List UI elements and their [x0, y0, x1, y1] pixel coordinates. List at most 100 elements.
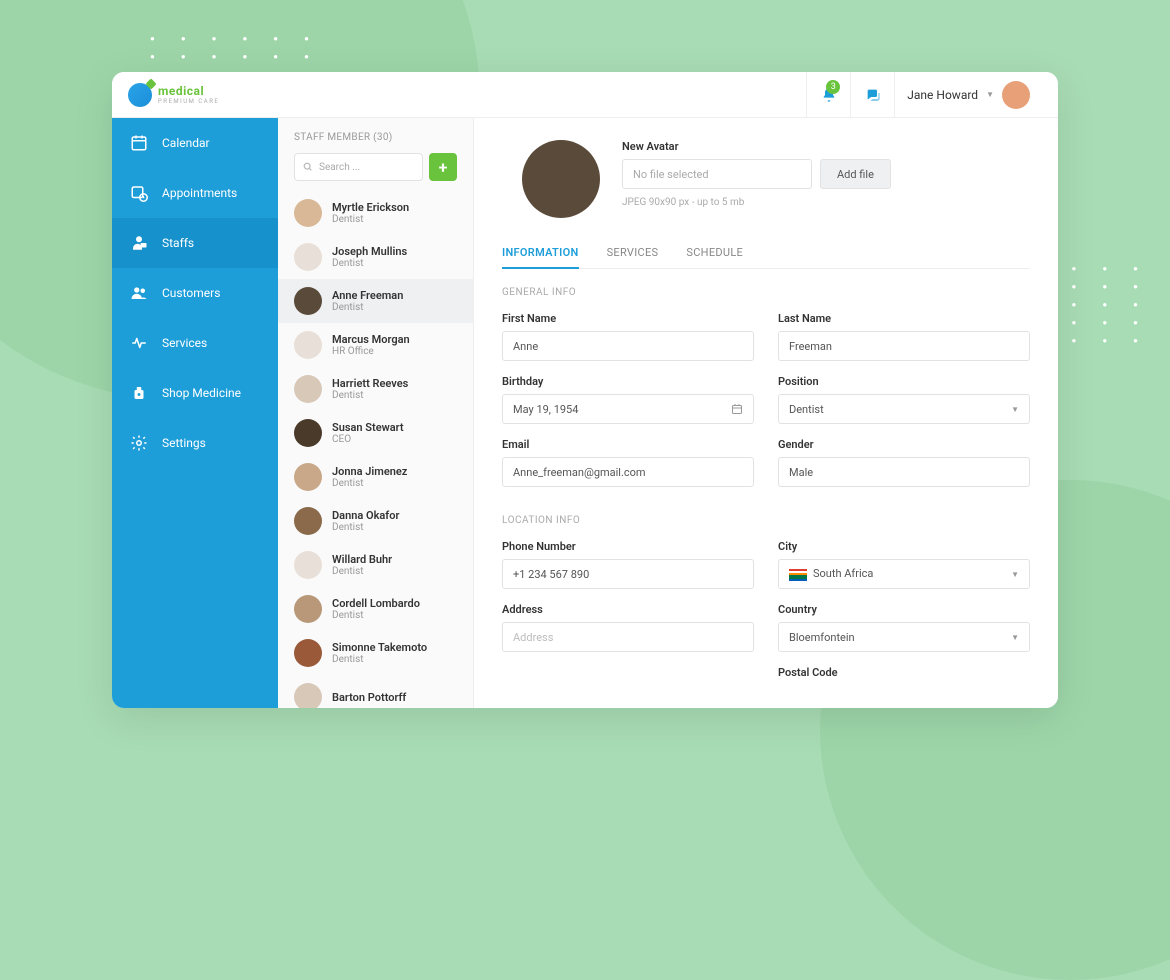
chat-button[interactable]: [850, 72, 894, 117]
staff-item[interactable]: Danna OkaforDentist: [278, 499, 473, 543]
staff-name: Myrtle Erickson: [332, 201, 409, 214]
add-staff-button[interactable]: +: [429, 153, 457, 181]
user-menu[interactable]: Jane Howard ▼: [894, 72, 1042, 117]
flag-icon: [789, 569, 807, 581]
staff-avatar: [294, 463, 322, 491]
staff-item[interactable]: Simonne TakemotoDentist: [278, 631, 473, 675]
nav-label: Settings: [162, 436, 206, 450]
tabs: INFORMATION SERVICES SCHEDULE: [502, 238, 1030, 269]
staff-name: Marcus Morgan: [332, 333, 410, 346]
sidebar: Calendar Appointments Staffs Customers Servi…: [112, 118, 278, 708]
sidebar-item-calendar[interactable]: Calendar: [112, 118, 278, 168]
staff-item[interactable]: Barton Pottorff: [278, 675, 473, 708]
user-avatar: [1002, 81, 1030, 109]
staff-avatar: [294, 507, 322, 535]
section-general: GENERAL INFO: [502, 287, 1030, 298]
nav-label: Calendar: [162, 136, 210, 150]
staff-avatar: [294, 683, 322, 708]
sidebar-item-appointments[interactable]: Appointments: [112, 168, 278, 218]
nav-label: Services: [162, 336, 207, 350]
phone-input[interactable]: +1 234 567 890: [502, 559, 754, 589]
staff-item[interactable]: Joseph MullinsDentist: [278, 235, 473, 279]
birthday-input[interactable]: May 19, 1954: [502, 394, 754, 424]
chevron-down-icon: ▼: [1011, 405, 1019, 414]
staff-item[interactable]: Harriett ReevesDentist: [278, 367, 473, 411]
staff-name: Harriett Reeves: [332, 377, 408, 390]
tab-schedule[interactable]: SCHEDULE: [686, 238, 743, 268]
staff-avatar: [294, 419, 322, 447]
staff-name: Willard Buhr: [332, 553, 392, 566]
section-location: LOCATION INFO: [502, 515, 1030, 526]
chevron-down-icon: ▼: [1011, 570, 1019, 579]
tab-information[interactable]: INFORMATION: [502, 238, 579, 269]
staff-name: Jonna Jimenez: [332, 465, 407, 478]
staff-name: Cordell Lombardo: [332, 597, 420, 610]
avatar-label: New Avatar: [622, 140, 1030, 153]
logo[interactable]: medical PREMIUM CARE: [128, 83, 219, 107]
notification-badge: 3: [826, 80, 840, 94]
lastname-input[interactable]: Freeman: [778, 331, 1030, 361]
notifications-button[interactable]: 3: [806, 72, 850, 117]
staff-item[interactable]: Willard BuhrDentist: [278, 543, 473, 587]
staff-name: Danna Okafor: [332, 509, 399, 522]
position-select[interactable]: Dentist▼: [778, 394, 1030, 424]
staff-role: Dentist: [332, 258, 407, 269]
staff-role: Dentist: [332, 478, 407, 489]
address-input[interactable]: Address: [502, 622, 754, 652]
nav-icon: [130, 184, 148, 202]
main-content: New Avatar No file selected Add file JPE…: [474, 118, 1058, 708]
chat-icon: [865, 87, 881, 103]
staff-role: Dentist: [332, 214, 409, 225]
email-input[interactable]: Anne_freeman@gmail.com: [502, 457, 754, 487]
tab-services[interactable]: SERVICES: [607, 238, 659, 268]
nav-icon: [130, 434, 148, 452]
staff-role: CEO: [332, 434, 404, 445]
file-hint: JPEG 90x90 px - up to 5 mb: [622, 197, 1030, 208]
staff-name: Joseph Mullins: [332, 245, 407, 258]
calendar-icon: [731, 403, 743, 415]
sidebar-item-shop-medicine[interactable]: Shop Medicine: [112, 368, 278, 418]
staff-item[interactable]: Susan StewartCEO: [278, 411, 473, 455]
nav-label: Customers: [162, 286, 220, 300]
staff-item[interactable]: Marcus MorganHR Office: [278, 323, 473, 367]
staff-item[interactable]: Jonna JimenezDentist: [278, 455, 473, 499]
staff-avatar: [294, 639, 322, 667]
search-input[interactable]: Search ...: [294, 153, 423, 181]
sidebar-item-staffs[interactable]: Staffs: [112, 218, 278, 268]
staff-role: Dentist: [332, 610, 420, 621]
staff-list-header: STAFF MEMBER (30): [278, 118, 473, 153]
sidebar-item-services[interactable]: Services: [112, 318, 278, 368]
staff-role: Dentist: [332, 390, 408, 401]
gender-input[interactable]: Male: [778, 457, 1030, 487]
file-input[interactable]: No file selected: [622, 159, 812, 189]
sidebar-item-settings[interactable]: Settings: [112, 418, 278, 468]
user-name: Jane Howard: [907, 88, 978, 102]
nav-label: Staffs: [162, 236, 194, 250]
sidebar-item-customers[interactable]: Customers: [112, 268, 278, 318]
topbar: medical PREMIUM CARE 3 Jane Howard ▼: [112, 72, 1058, 118]
staff-item[interactable]: Cordell LombardoDentist: [278, 587, 473, 631]
city-select[interactable]: South Africa▼: [778, 559, 1030, 589]
staff-name: Anne Freeman: [332, 289, 403, 302]
staff-role: HR Office: [332, 346, 410, 357]
add-file-button[interactable]: Add file: [820, 159, 891, 189]
firstname-input[interactable]: Anne: [502, 331, 754, 361]
profile-avatar: [522, 140, 600, 218]
plus-icon: +: [439, 158, 448, 177]
staff-item[interactable]: Anne FreemanDentist: [278, 279, 473, 323]
staff-name: Simonne Takemoto: [332, 641, 427, 654]
chevron-down-icon: ▼: [1011, 633, 1019, 642]
staff-avatar: [294, 243, 322, 271]
nav-icon: [130, 134, 148, 152]
staff-role: Dentist: [332, 522, 399, 533]
staff-role: Dentist: [332, 302, 403, 313]
nav-label: Appointments: [162, 186, 237, 200]
logo-icon: [128, 83, 152, 107]
staff-avatar: [294, 551, 322, 579]
app-window: medical PREMIUM CARE 3 Jane Howard ▼ Cal…: [112, 72, 1058, 708]
search-icon: [303, 162, 313, 172]
staff-item[interactable]: Myrtle EricksonDentist: [278, 191, 473, 235]
staff-role: Dentist: [332, 654, 427, 665]
country-select[interactable]: Bloemfontein▼: [778, 622, 1030, 652]
staff-avatar: [294, 375, 322, 403]
